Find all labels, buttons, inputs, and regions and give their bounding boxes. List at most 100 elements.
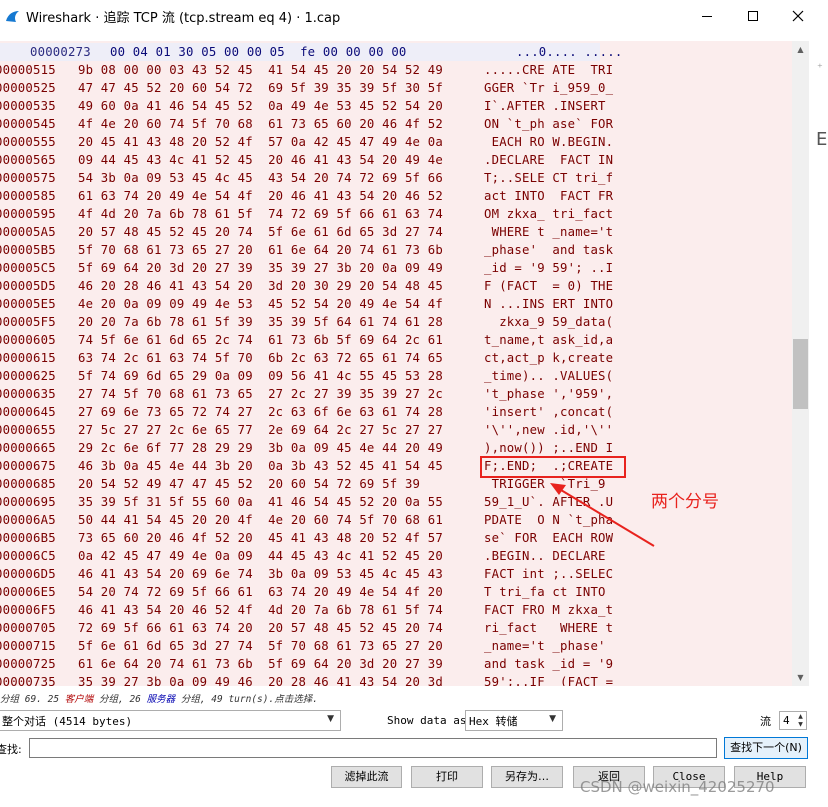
row-hex: 4e 20 0a 09 09 49 4e 53 45 52 54 20 49 4… — [78, 297, 443, 311]
row-hex: 27 69 6e 73 65 72 74 27 2c 63 6f 6e 63 6… — [78, 405, 443, 419]
find-input[interactable] — [29, 738, 717, 758]
row-offset: 00000635 — [0, 387, 56, 401]
chevron-down-icon: ▼ — [549, 714, 556, 724]
row-hex: 5f 74 69 6d 65 29 0a 09 09 56 41 4c 55 4… — [78, 369, 443, 383]
row-hex: 5f 69 64 20 3d 20 27 39 35 39 27 3b 20 0… — [78, 261, 443, 275]
stream-number-value: 4 — [783, 714, 790, 727]
summary-prefix: 分组 69. 25 — [0, 694, 65, 705]
client-label[interactable]: 客户端 — [65, 694, 94, 705]
row-offset: 00000705 — [0, 621, 56, 635]
row-offset: 000005A5 — [0, 225, 56, 239]
title-bar: Wireshark · 追踪 TCP 流 (tcp.stream eq 4) ·… — [0, 0, 828, 31]
server-data-row: 00000273 00 04 01 30 05 00 00 05 fe 00 0… — [0, 43, 622, 61]
row-ascii: 59';..IF (FACT = — [484, 675, 614, 686]
row-hex: 46 20 28 46 41 43 54 20 3d 20 30 29 20 5… — [78, 279, 443, 293]
row-ascii: FACT FRO M zkxa_t — [484, 603, 614, 617]
row-offset: 00000655 — [0, 423, 56, 437]
scrollbar-thumb[interactable] — [793, 339, 808, 409]
row-hex: 29 2c 6e 6f 77 28 29 29 3b 0a 09 45 4e 4… — [78, 441, 443, 455]
row-offset: 000006A5 — [0, 513, 56, 527]
conversation-select[interactable]: 整个对话 (4514 bytes) ▼ — [0, 710, 341, 731]
close-window-button[interactable] — [775, 0, 821, 31]
row-hex: 54 3b 0a 09 53 45 4c 45 43 54 20 74 72 6… — [78, 171, 443, 185]
summary-suffix: 分组, 49 turn(s).点击选择. — [175, 694, 318, 705]
maximize-button[interactable] — [730, 0, 776, 31]
vertical-scrollbar[interactable]: ▲ ▼ — [792, 41, 809, 686]
stream-summary: 分组 69. 25 客户端 分组, 26 服务器 分组, 49 turn(s).… — [0, 691, 318, 705]
row-ascii: '\'',new .id,'\'' — [484, 423, 614, 437]
row-hex: 50 44 41 54 45 20 20 4f 4e 20 60 74 5f 7… — [78, 513, 443, 527]
row-offset: 000006E5 — [0, 585, 56, 599]
row-offset: 00000615 — [0, 351, 56, 365]
row-offset: 000006D5 — [0, 567, 56, 581]
row-hex: 35 39 5f 31 5f 55 60 0a 41 46 54 45 52 2… — [78, 495, 443, 509]
row-hex: 20 54 52 49 47 47 45 52 20 60 54 72 69 5… — [78, 477, 421, 491]
row-hex: 20 20 7a 6b 78 61 5f 39 35 39 5f 64 61 7… — [78, 315, 443, 329]
wireshark-fin-icon — [4, 8, 20, 22]
spin-down-icon[interactable]: ▼ — [796, 721, 805, 729]
row-offset: 000005C5 — [0, 261, 56, 275]
row-ascii: _name='t _phase' — [484, 639, 614, 653]
row-ascii: ),now()) ;..END I — [484, 441, 614, 455]
row-offset: 000005F5 — [0, 315, 56, 329]
server-label[interactable]: 服务器 — [147, 694, 176, 705]
row-hex: 49 60 0a 41 46 54 45 52 0a 49 4e 53 45 5… — [78, 99, 443, 113]
stream-content[interactable]: 00000273 00 04 01 30 05 00 00 05 fe 00 0… — [0, 41, 792, 686]
spin-up-icon[interactable]: ▲ — [796, 713, 805, 721]
row-offset: 000006F5 — [0, 603, 56, 617]
row-ascii: ...0.... ..... — [516, 45, 623, 59]
row-hex: 54 20 74 72 69 5f 66 61 63 74 20 49 4e 5… — [78, 585, 443, 599]
row-hex: 5f 6e 61 6d 65 3d 27 74 5f 70 68 61 73 6… — [78, 639, 443, 653]
row-ascii: EACH RO W.BEGIN. — [484, 135, 614, 149]
row-offset: 00000595 — [0, 207, 56, 221]
row-hex: 61 6e 64 20 74 61 73 6b 5f 69 64 20 3d 2… — [78, 657, 443, 671]
find-next-button[interactable]: 查找下一个(N) — [724, 737, 808, 759]
row-offset: 00000545 — [0, 117, 56, 131]
row-ascii: .....CRE ATE TRI — [484, 63, 614, 77]
highlight-box — [480, 456, 626, 478]
row-ascii: 59_1_U`. AFTER .U — [484, 495, 614, 509]
row-offset: 000006B5 — [0, 531, 56, 545]
filter-out-button[interactable]: 滤掉此流 — [331, 766, 402, 788]
row-hex: 74 5f 6e 61 6d 65 2c 74 61 73 6b 5f 69 6… — [78, 333, 443, 347]
show-data-as-select[interactable]: Hex 转储 ▼ — [465, 710, 563, 731]
row-offset: 00000565 — [0, 153, 56, 167]
row-offset: 00000585 — [0, 189, 56, 203]
row-offset: 00000273 — [30, 45, 91, 59]
row-ascii: GGER `Tr i_959_0_ — [484, 81, 614, 95]
close-icon — [792, 10, 804, 21]
minimize-button[interactable] — [684, 0, 730, 31]
row-ascii: OM zkxa_ tri_fact — [484, 207, 614, 221]
chevron-down-icon: ▼ — [327, 714, 334, 724]
save-as-button[interactable]: 另存为… — [491, 766, 563, 788]
row-offset: 00000675 — [0, 459, 56, 473]
row-ascii: .DECLARE FACT IN — [484, 153, 614, 167]
row-ascii: T;..SELE CT tri_f — [484, 171, 614, 185]
row-ascii: t_name,t ask_id,a — [484, 333, 614, 347]
row-ascii: ri_fact WHERE t — [484, 621, 614, 635]
row-ascii: _id = '9 59'; ..I — [484, 261, 614, 275]
row-ascii: zkxa_9 59_data( — [484, 315, 614, 329]
row-hex: 27 5c 27 27 2c 6e 65 77 2e 69 64 2c 27 5… — [78, 423, 443, 437]
row-hex: 46 41 43 54 20 69 6e 74 3b 0a 09 53 45 4… — [78, 567, 443, 581]
print-button[interactable]: 打印 — [411, 766, 483, 788]
row-hex: 4f 4d 20 7a 6b 78 61 5f 74 72 69 5f 66 6… — [78, 207, 443, 221]
row-offset: 00000605 — [0, 333, 56, 347]
row-hex: 00 04 01 30 05 00 00 05 fe 00 00 00 00 — [110, 45, 407, 59]
scroll-down-icon[interactable]: ▼ — [792, 669, 809, 686]
minimize-icon — [702, 15, 712, 17]
find-label: 查找: — [0, 743, 22, 756]
stream-number-spinbox[interactable]: 4 ▲ ▼ — [779, 711, 807, 730]
row-hex: 20 57 48 45 52 45 20 74 5f 6e 61 6d 65 3… — [78, 225, 443, 239]
row-offset: 00000645 — [0, 405, 56, 419]
row-hex: 73 65 60 20 46 4f 52 20 45 41 43 48 20 5… — [78, 531, 443, 545]
row-hex: 20 45 41 43 48 20 52 4f 57 0a 42 45 47 4… — [78, 135, 443, 149]
row-offset: 00000685 — [0, 477, 56, 491]
row-hex: 47 47 45 52 20 60 54 72 69 5f 39 35 39 5… — [78, 81, 443, 95]
row-ascii: PDATE O N `t_pha — [484, 513, 614, 527]
background-glyph: E — [816, 129, 828, 150]
row-ascii: I`.AFTER .INSERT — [484, 99, 614, 113]
row-offset: 00000695 — [0, 495, 56, 509]
row-offset: 00000525 — [0, 81, 56, 95]
scroll-up-icon[interactable]: ▲ — [792, 41, 809, 58]
